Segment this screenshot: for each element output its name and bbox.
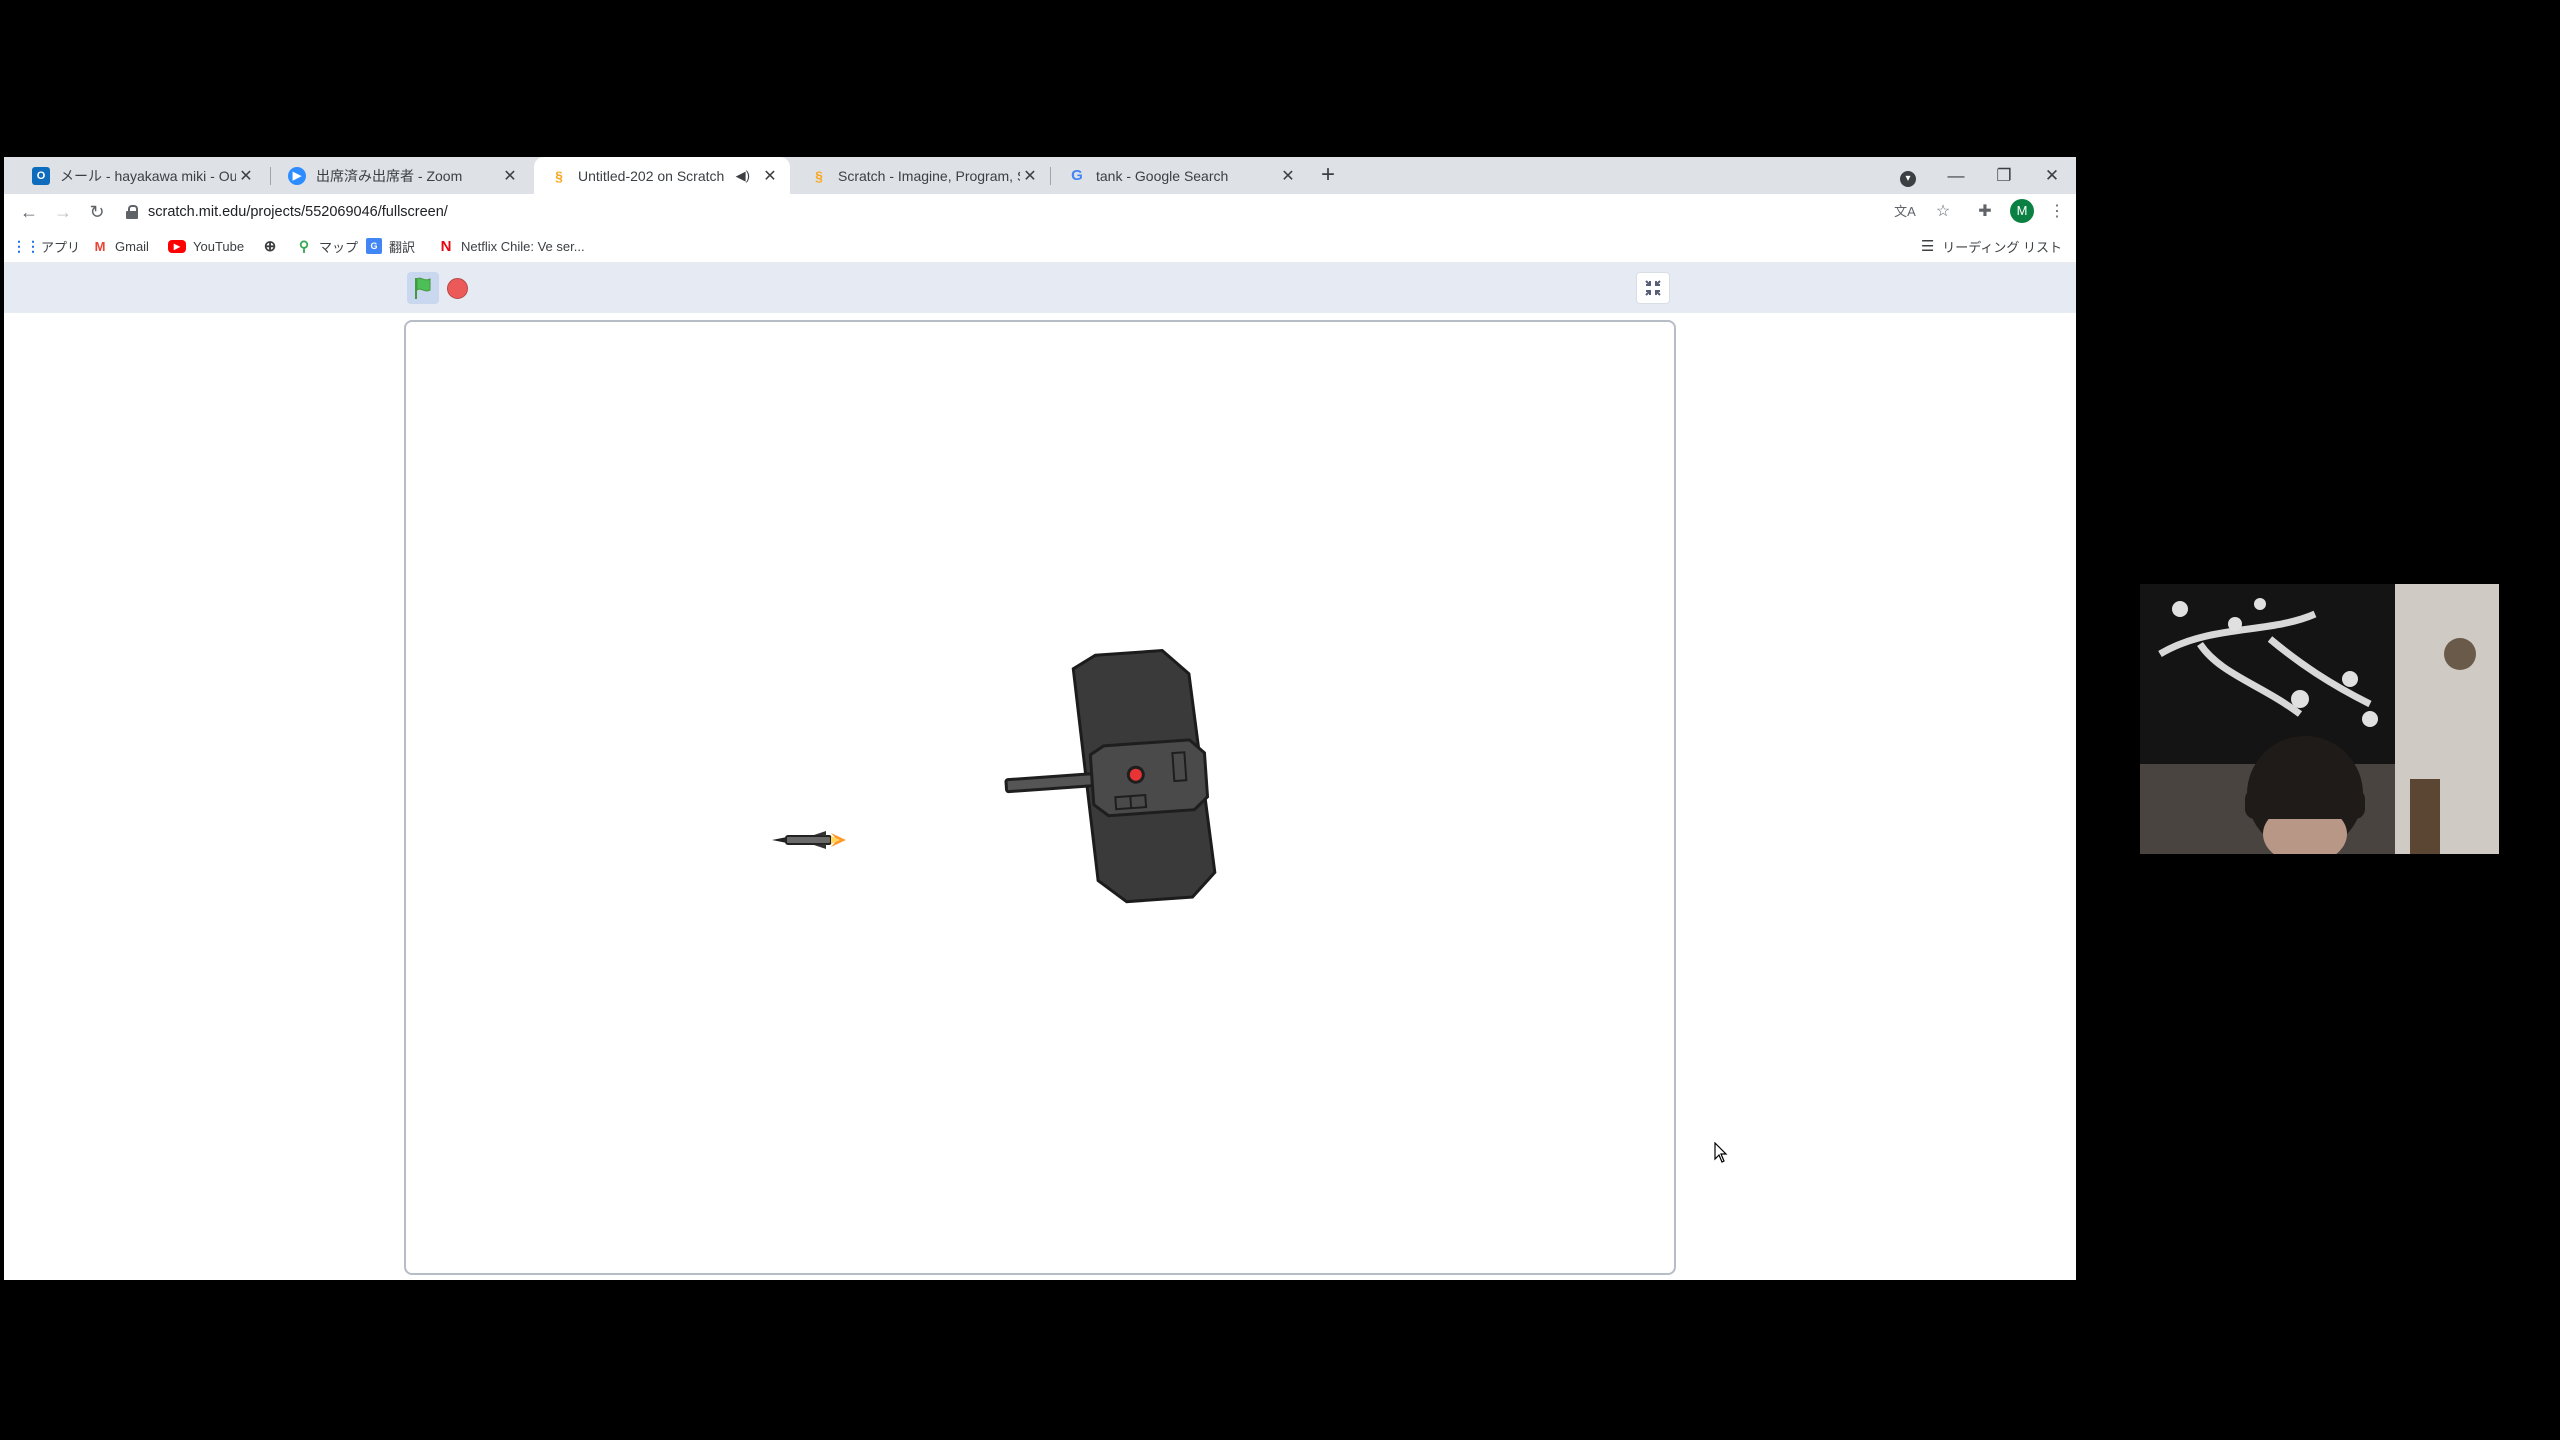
missile-sprite bbox=[772, 831, 846, 849]
translate-icon[interactable]: 文A bbox=[1892, 199, 1918, 225]
close-tab-icon[interactable]: ✕ bbox=[760, 166, 780, 186]
url-text: scratch.mit.edu/projects/552069046/fulls… bbox=[148, 204, 448, 220]
netflix-icon: N bbox=[440, 237, 452, 255]
tab-zoom[interactable]: ▶ 出席済み出席者 - Zoom ✕ bbox=[272, 157, 530, 194]
close-tab-icon[interactable]: ✕ bbox=[1278, 166, 1298, 186]
outlook-icon: O bbox=[32, 166, 50, 185]
bookmark-apps[interactable]: ⋮⋮ アプリ bbox=[12, 230, 80, 262]
green-flag-icon bbox=[415, 277, 431, 299]
bookmark-maps[interactable]: ⚲ マップ bbox=[296, 230, 358, 262]
scratch-stage-header bbox=[4, 263, 2076, 313]
maps-pin-icon: ⚲ bbox=[298, 237, 310, 254]
tab-title: tank - Google Search bbox=[1096, 167, 1229, 184]
tab-title: Untitled-202 on Scratch bbox=[578, 167, 725, 184]
close-tab-icon[interactable]: ✕ bbox=[236, 166, 256, 186]
close-window-icon[interactable]: ✕ bbox=[2028, 157, 2076, 194]
bookmarks-bar: ⋮⋮ アプリ M Gmail ▶ YouTube ⊕ ⚲ マップ G 翻訳 N … bbox=[4, 230, 2076, 263]
tab-search-icon[interactable]: ▾ bbox=[1884, 157, 1932, 194]
bookmark-gmail[interactable]: M Gmail bbox=[92, 230, 149, 262]
google-icon: G bbox=[1071, 167, 1083, 184]
reading-list-button[interactable]: ☰ リーディング リスト bbox=[1921, 230, 2062, 262]
bookmark-translate[interactable]: G 翻訳 bbox=[366, 230, 415, 262]
webcam-feed-image bbox=[2140, 584, 2499, 854]
gmail-icon: M bbox=[94, 238, 106, 254]
browser-window: O メール - hayakawa miki - Outlook ✕ ▶ 出席済み… bbox=[4, 157, 2076, 1280]
tab-separator bbox=[1050, 167, 1051, 185]
minimize-icon[interactable]: — bbox=[1932, 157, 1980, 194]
scratch-icon: § bbox=[815, 167, 823, 184]
back-arrow-icon[interactable]: ← bbox=[14, 197, 44, 227]
bookmark-star-icon[interactable]: ☆ bbox=[1930, 199, 1956, 225]
tab-separator bbox=[270, 167, 271, 185]
lock-icon bbox=[126, 205, 138, 219]
reading-list-icon: ☰ bbox=[1920, 238, 1935, 255]
bookmark-youtube[interactable]: ▶ YouTube bbox=[168, 230, 244, 262]
reload-icon[interactable]: ↻ bbox=[82, 197, 112, 227]
close-tab-icon[interactable]: ✕ bbox=[1020, 166, 1040, 186]
globe-icon: ⊕ bbox=[263, 238, 277, 255]
tab-untitled-scratch[interactable]: § Untitled-202 on Scratch ◀) ✕ bbox=[534, 157, 790, 194]
apps-grid-icon: ⋮⋮ bbox=[12, 237, 40, 254]
scratch-icon: § bbox=[555, 167, 563, 184]
navigation-toolbar: ← → ↻ scratch.mit.edu/projects/552069046… bbox=[4, 194, 2076, 230]
tab-strip: O メール - hayakawa miki - Outlook ✕ ▶ 出席済み… bbox=[4, 157, 2076, 194]
tab-title: 出席済み出席者 - Zoom bbox=[316, 167, 463, 184]
bookmark-netflix[interactable]: N Netflix Chile: Ve ser... bbox=[438, 230, 585, 262]
unfullscreen-icon bbox=[1645, 280, 1661, 296]
mouse-cursor-icon bbox=[1714, 1142, 1728, 1163]
tab-title: Scratch - Imagine, Program, Sha bbox=[838, 167, 1020, 184]
exit-fullscreen-button[interactable] bbox=[1636, 272, 1670, 304]
profile-avatar[interactable]: M bbox=[2010, 199, 2034, 223]
webcam-video-overlay bbox=[2140, 584, 2499, 854]
tab-title: メール - hayakawa miki - Outlook bbox=[60, 167, 236, 184]
extensions-puzzle-icon[interactable]: ✚ bbox=[1972, 199, 1998, 225]
restore-icon[interactable]: ❐ bbox=[1980, 157, 2028, 194]
new-tab-button[interactable]: + bbox=[1314, 161, 1342, 189]
close-tab-icon[interactable]: ✕ bbox=[500, 166, 520, 186]
speaker-icon[interactable]: ◀) bbox=[736, 168, 750, 184]
zoom-icon: ▶ bbox=[288, 166, 306, 185]
tank-sprite bbox=[1004, 649, 1217, 904]
forward-arrow-icon[interactable]: → bbox=[48, 197, 78, 227]
youtube-icon: ▶ bbox=[168, 239, 186, 253]
bookmark-globe[interactable]: ⊕ bbox=[262, 230, 285, 262]
green-flag-button[interactable] bbox=[407, 272, 439, 304]
stop-button[interactable] bbox=[447, 278, 468, 299]
address-bar[interactable]: scratch.mit.edu/projects/552069046/fulls… bbox=[126, 197, 1876, 227]
translate-icon: G bbox=[366, 238, 382, 254]
tab-google-search[interactable]: G tank - Google Search ✕ bbox=[1052, 157, 1308, 194]
stage-canvas bbox=[772, 649, 1217, 904]
tab-outlook[interactable]: O メール - hayakawa miki - Outlook ✕ bbox=[16, 157, 266, 194]
tab-scratch-home[interactable]: § Scratch - Imagine, Program, Sha ✕ bbox=[794, 157, 1050, 194]
scratch-stage[interactable] bbox=[404, 320, 1676, 1275]
menu-kebab-icon[interactable]: ⋮ bbox=[2044, 199, 2070, 225]
